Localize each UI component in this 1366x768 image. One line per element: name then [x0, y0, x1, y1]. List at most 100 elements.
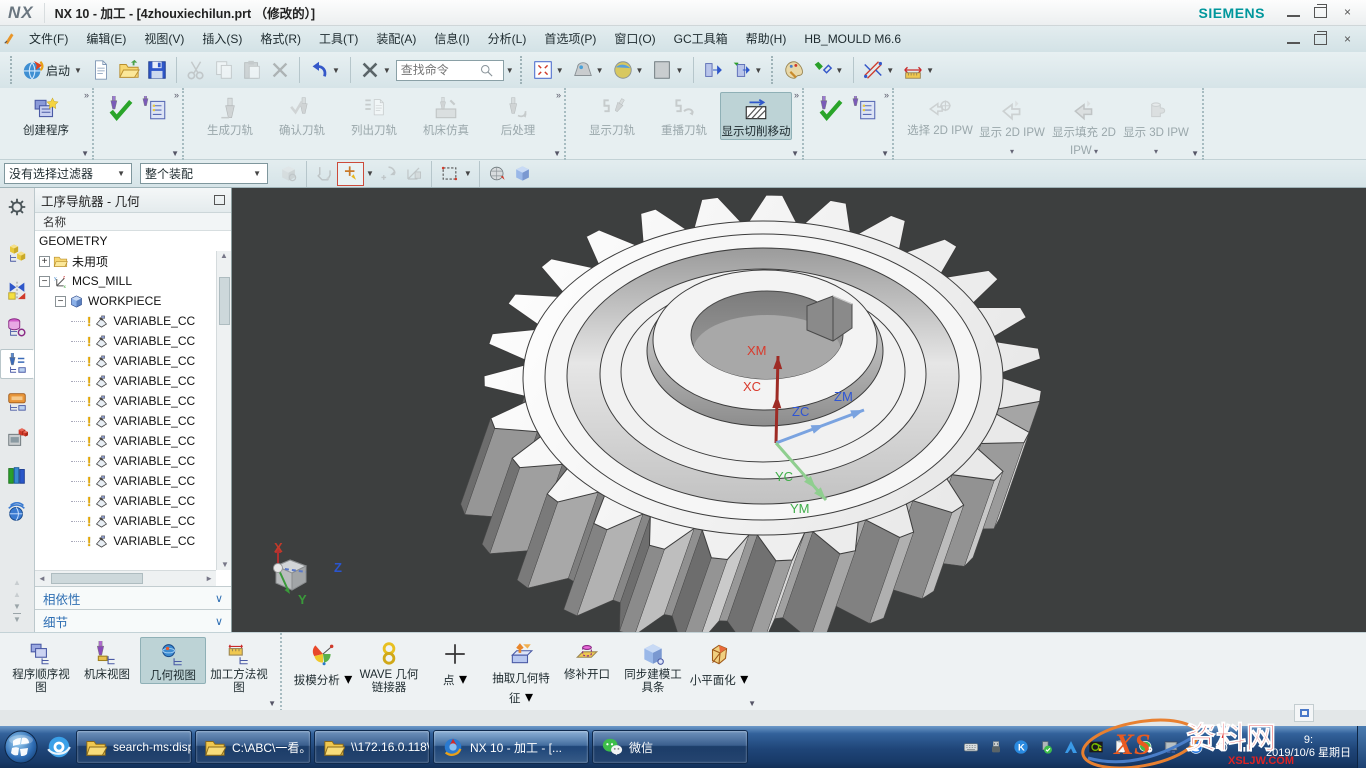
- usb-safe-tray-icon[interactable]: [1038, 739, 1054, 755]
- distance-button[interactable]: ▼: [899, 56, 939, 84]
- tree-item-variable-cc[interactable]: !VARIABLE_CC: [35, 511, 231, 531]
- ribbon-button-toolpath-1[interactable]: 确认刀轨: [266, 92, 338, 138]
- ribbon-button-operations-a-icon-1[interactable]: [138, 92, 172, 123]
- ribbon-button-display-toolpath-1[interactable]: 重播刀轨: [648, 92, 720, 138]
- menu-item-2[interactable]: 编辑(E): [77, 26, 135, 52]
- fit-view-button[interactable]: ▼: [529, 56, 569, 84]
- taskbar-button-3[interactable]: \\172.16.0.118\...: [314, 730, 430, 764]
- scroll-thumb[interactable]: [219, 277, 230, 325]
- taskbar-button-1[interactable]: search-ms:displ...: [76, 730, 192, 764]
- tree-item-variable-cc[interactable]: !VARIABLE_CC: [35, 371, 231, 391]
- tree-item-variable-cc[interactable]: !VARIABLE_CC: [35, 491, 231, 511]
- expand-icon[interactable]: +: [39, 256, 50, 267]
- resource-tab-part-navigator[interactable]: [2, 312, 32, 342]
- tool-button-4[interactable]: 抽取几何特征 ▾: [488, 637, 554, 707]
- tree-item-variable-cc[interactable]: !VARIABLE_CC: [35, 411, 231, 431]
- tree-item-variable-cc[interactable]: !VARIABLE_CC: [35, 311, 231, 331]
- close-button[interactable]: ×: [1341, 7, 1354, 18]
- menu-item-14[interactable]: HB_MOULD M6.6: [795, 26, 910, 52]
- ribbon-button-toolpath-2[interactable]: 列出刀轨: [338, 92, 410, 138]
- restore-button[interactable]: [1314, 7, 1327, 18]
- tree-horizontal-scrollbar[interactable]: ◄►: [35, 570, 216, 586]
- tool-button-6[interactable]: 同步建模工具条: [620, 637, 686, 695]
- ribbon-button-ipw-0[interactable]: 选择 2D IPW: [904, 92, 976, 138]
- tree-item-variable-cc[interactable]: !VARIABLE_CC: [35, 331, 231, 351]
- ribbon-button-toolpath-3[interactable]: 机床仿真: [410, 92, 482, 138]
- navigator-window-icon[interactable]: [214, 195, 225, 205]
- scroll-thumb[interactable]: [51, 573, 143, 584]
- ribbon-button-display-toolpath-2[interactable]: 显示切削移动: [720, 92, 792, 140]
- scroll-down2-icon[interactable]: ▼: [13, 613, 21, 626]
- ribbon-button-toolpath-0[interactable]: 生成刀轨: [194, 92, 266, 138]
- split-window-button[interactable]: ▼: [727, 56, 767, 84]
- delete-face-button[interactable]: ▼: [356, 56, 396, 84]
- group-dropdown-icon[interactable]: ▼: [748, 699, 756, 708]
- resource-tab-machine-tool-navigator[interactable]: [2, 386, 32, 416]
- start-button[interactable]: [0, 727, 42, 767]
- menu-item-10[interactable]: 首选项(P): [535, 26, 605, 52]
- tree-root-geometry[interactable]: GEOMETRY: [35, 231, 231, 251]
- menu-item-12[interactable]: GC工具箱: [665, 26, 737, 52]
- internet-explorer-icon[interactable]: [42, 734, 76, 760]
- ribbon-button-ipw-3[interactable]: 显示 3D IPW ▾: [1120, 92, 1192, 159]
- azure-a-tray-icon[interactable]: [1063, 739, 1079, 755]
- show-desktop-button[interactable]: [1357, 726, 1366, 768]
- tool-button-1[interactable]: 拔模分析 ▾: [290, 637, 356, 689]
- menu-item-3[interactable]: 视图(V): [135, 26, 193, 52]
- k-player-tray-icon[interactable]: K: [1013, 739, 1029, 755]
- clipboard-plug-tray-icon[interactable]: [1113, 739, 1129, 755]
- resource-tab-reuse-library[interactable]: [2, 460, 32, 490]
- graphics-viewport[interactable]: XMXCZCZMYCYMXZY: [232, 188, 1366, 632]
- group-overflow-icon[interactable]: »: [174, 90, 179, 100]
- scroll-up-icon[interactable]: ▲: [13, 577, 21, 589]
- tree-item-variable-cc[interactable]: !VARIABLE_CC: [35, 351, 231, 371]
- group-dropdown-icon[interactable]: ▼: [791, 149, 799, 158]
- group-dropdown-icon[interactable]: ▼: [268, 699, 276, 708]
- doc-minimize-button[interactable]: [1287, 35, 1300, 44]
- tree-item-variable-cc[interactable]: !VARIABLE_CC: [35, 431, 231, 451]
- save-button[interactable]: [143, 56, 171, 84]
- floating-window-icon[interactable]: [1294, 704, 1314, 722]
- wechat-tray-icon[interactable]: [1138, 739, 1154, 755]
- toolbar-grip[interactable]: [10, 56, 15, 84]
- snap-point-button[interactable]: [312, 162, 337, 186]
- menu-item-13[interactable]: 帮助(H): [737, 26, 796, 52]
- menu-item-5[interactable]: 格式(R): [251, 26, 310, 52]
- collapse-icon[interactable]: −: [39, 276, 50, 287]
- tool-button-7[interactable]: 小平面化 ▾: [686, 637, 752, 689]
- visualization-button[interactable]: [780, 56, 808, 84]
- csys-point-button[interactable]: [401, 162, 426, 186]
- doc-restore-button[interactable]: [1314, 34, 1327, 45]
- view-button-1[interactable]: 程序顺序视图: [8, 637, 74, 695]
- tool-button-3[interactable]: 点 ▾: [422, 637, 488, 689]
- tree-item--[interactable]: +未用项: [35, 251, 231, 271]
- open-file-button[interactable]: [115, 56, 143, 84]
- rotate-point-button[interactable]: [376, 162, 401, 186]
- resource-tab-web-browser[interactable]: [2, 497, 32, 527]
- start-menu-button[interactable]: 启动▼: [19, 56, 87, 84]
- view-button-2[interactable]: 机床视图: [74, 637, 140, 682]
- volume-tray-icon[interactable]: [1213, 739, 1229, 755]
- scroll-down-icon[interactable]: ▼: [13, 601, 21, 613]
- cut-button[interactable]: [182, 56, 210, 84]
- tool-button-5[interactable]: 修补开口: [554, 637, 620, 682]
- tree-vertical-scrollbar[interactable]: ▲▼: [216, 251, 231, 570]
- ribbon-button-operations-a-icon-0[interactable]: [104, 92, 138, 123]
- group-overflow-icon[interactable]: »: [794, 90, 799, 100]
- toolbar-grip[interactable]: [520, 56, 525, 84]
- resource-tab-process-navigator[interactable]: [2, 423, 32, 453]
- rectangle-select-button[interactable]: [437, 162, 462, 186]
- shaded-with-edges-button[interactable]: [485, 162, 510, 186]
- resource-tab-constraint-navigator[interactable]: [2, 275, 32, 305]
- group-dropdown-icon[interactable]: ▼: [553, 149, 561, 158]
- usb-tray-icon[interactable]: [988, 739, 1004, 755]
- object-display-button[interactable]: ▼: [808, 56, 848, 84]
- ribbon-button-operations-b-icon-0[interactable]: [814, 92, 848, 123]
- point-on-curve-button[interactable]: [337, 162, 364, 186]
- tree-item-mcs-mill[interactable]: −zyxMCS_MILL: [35, 271, 231, 291]
- ribbon-button-operations-b-icon-1[interactable]: [848, 92, 882, 123]
- taskbar-button-2[interactable]: C:\ABC\一看。刘...: [195, 730, 311, 764]
- ribbon-button-create-program-0[interactable]: 创建程序: [10, 92, 82, 138]
- group-dropdown-icon[interactable]: ▼: [881, 149, 889, 158]
- taskbar-clock[interactable]: 9: 2019/10/6 星期日: [1260, 734, 1357, 760]
